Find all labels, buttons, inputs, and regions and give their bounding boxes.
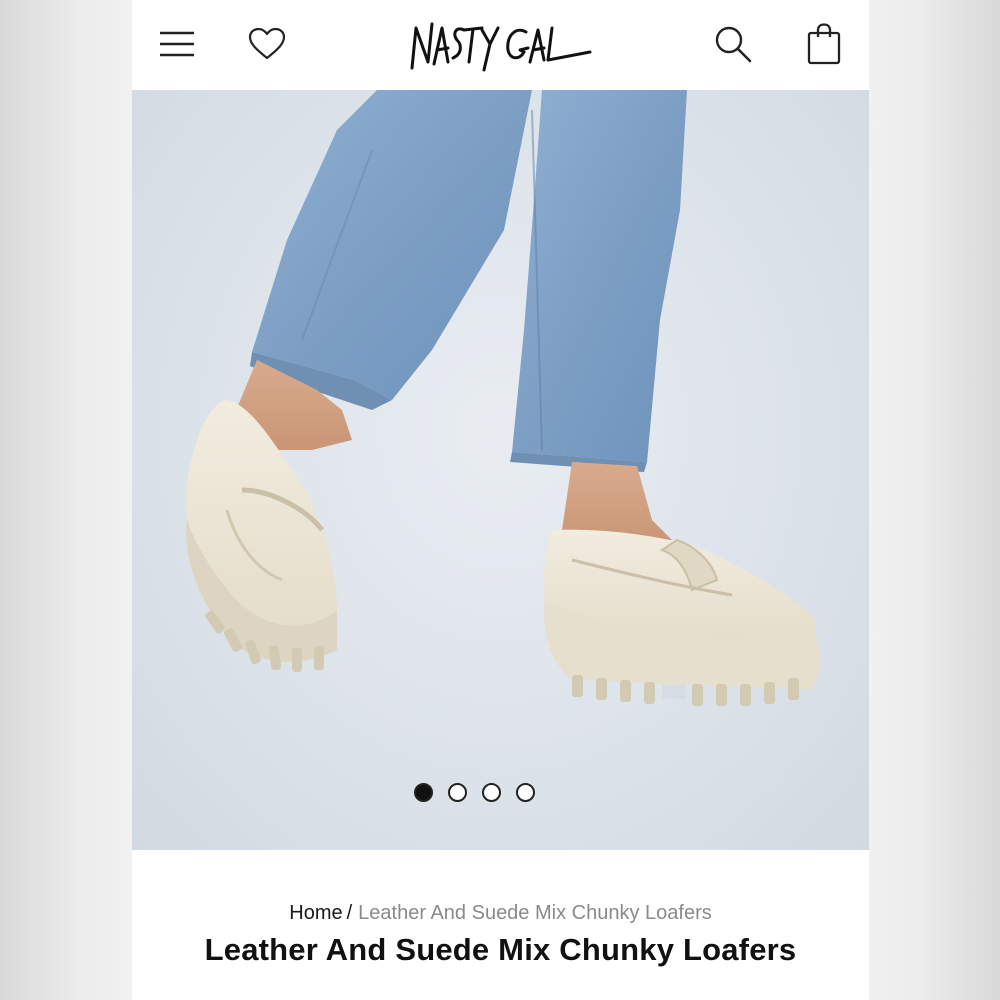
gallery-dot-4[interactable]: [516, 783, 535, 802]
search-icon: [715, 26, 752, 63]
brand-logo[interactable]: [402, 14, 602, 78]
menu-button[interactable]: [151, 18, 203, 70]
product-page: Home / Leather And Suede Mix Chunky Loafer…: [132, 0, 869, 1000]
breadcrumb-separator: /: [346, 902, 353, 924]
breadcrumb-current: Leather And Suede Mix Chunky Loafers: [358, 902, 712, 924]
product-title: Leather And Suede Mix Chunky Loafers: [204, 932, 797, 967]
menu-icon: [160, 31, 194, 57]
product-info: Home / Leather And Suede Mix Chunky Loafer…: [132, 850, 869, 1000]
bag-icon: [807, 23, 841, 65]
product-image-gallery[interactable]: [132, 90, 869, 850]
site-header: [132, 0, 869, 90]
gallery-dot-2[interactable]: [448, 783, 467, 802]
gallery-dot-1[interactable]: [414, 783, 433, 802]
gallery-pagination: [132, 783, 843, 802]
product-photo: [186, 90, 820, 706]
breadcrumb: Home / Leather And Suede Mix Chunky Loafer…: [132, 902, 869, 925]
heart-icon: [248, 27, 286, 60]
wishlist-button[interactable]: [241, 18, 293, 70]
bag-button[interactable]: [798, 18, 850, 70]
gallery-dot-3[interactable]: [482, 783, 501, 802]
search-button[interactable]: [707, 18, 759, 70]
breadcrumb-home-link[interactable]: Home: [289, 902, 342, 924]
